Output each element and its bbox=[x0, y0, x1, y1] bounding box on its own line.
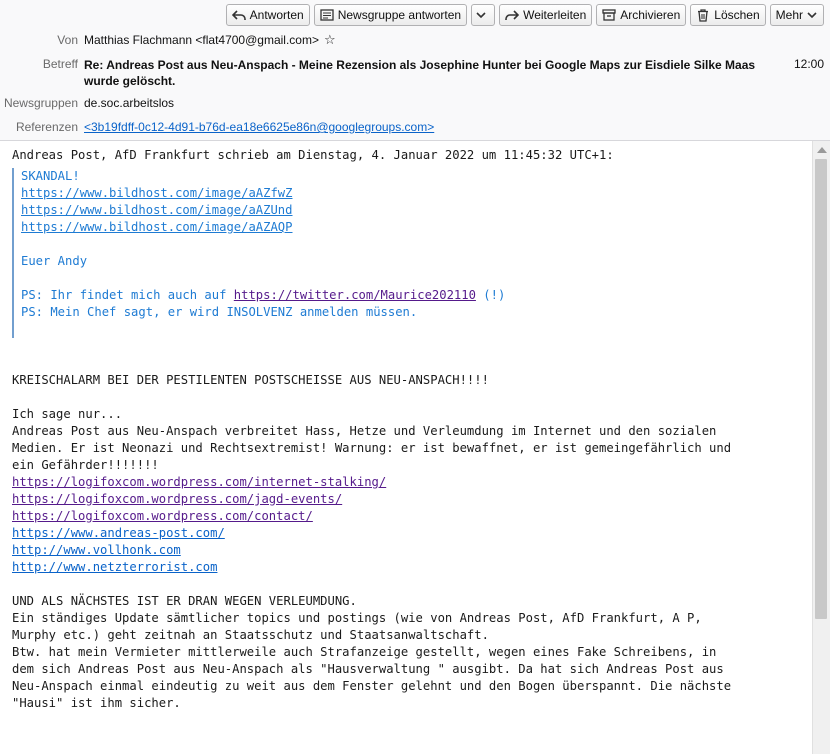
scrollbar-thumb[interactable] bbox=[815, 159, 827, 619]
body-text: dem sich Andreas Post aus Neu-Anspach al… bbox=[12, 662, 724, 676]
references-label: Referenzen bbox=[15, 120, 78, 134]
from-value[interactable]: Matthias Flachmann <flat4700@gmail.com> bbox=[84, 33, 319, 47]
body-link[interactable]: http://www.vollhonk.com bbox=[12, 543, 181, 557]
references-row: Referenzen <3b19fdff-0c12-4d91-b76d-ea18… bbox=[0, 120, 434, 134]
quote-ps1-prefix: PS: Ihr findet mich auch auf bbox=[21, 288, 234, 302]
body-link[interactable]: https://logifoxcom.wordpress.com/interne… bbox=[12, 475, 386, 489]
subject-row: Betreff Re: Andreas Post aus Neu-Anspach… bbox=[0, 57, 774, 89]
message-time: 12:00 bbox=[793, 57, 824, 71]
quote-ps1-suffix: (!) bbox=[475, 288, 506, 302]
trash-icon bbox=[698, 9, 709, 22]
chevron-down-icon bbox=[807, 12, 817, 19]
more-button[interactable]: Mehr bbox=[769, 4, 824, 26]
body-text: Andreas Post aus Neu-Anspach verbreitet … bbox=[12, 424, 717, 438]
references-link[interactable]: <3b19fdff-0c12-4d91-b76d-ea18e6625e86n@g… bbox=[84, 120, 434, 134]
forward-label: Weiterleiten bbox=[523, 8, 587, 22]
archive-label: Archivieren bbox=[620, 8, 681, 22]
quote-ps1: PS: Ihr findet mich auch auf https://twi… bbox=[21, 287, 813, 304]
attribution-line: Andreas Post, AfD Frankfurt schrieb am D… bbox=[12, 148, 614, 162]
body-text: ein Gefährder!!!!!!! bbox=[12, 458, 159, 472]
from-label: Von bbox=[57, 33, 78, 47]
delete-button[interactable]: Löschen bbox=[690, 4, 766, 26]
body-text: Ein ständiges Update sämtlicher topics u… bbox=[12, 611, 702, 625]
body-link[interactable]: http://www.netzterrorist.com bbox=[12, 560, 217, 574]
reply-newsgroup-button[interactable]: Newsgruppe antworten bbox=[313, 4, 468, 26]
chevron-down-icon bbox=[476, 12, 486, 19]
quote-signature: Euer Andy bbox=[21, 254, 88, 268]
newsgroup-icon bbox=[320, 9, 334, 21]
from-row: Von Matthias Flachmann <flat4700@gmail.c… bbox=[0, 33, 336, 47]
reply-button[interactable]: Antworten bbox=[225, 4, 310, 26]
scroll-up-arrow-icon[interactable] bbox=[817, 147, 827, 153]
body-link[interactable]: https://www.andreas-post.com/ bbox=[12, 526, 225, 540]
subject-value: Re: Andreas Post aus Neu-Anspach - Meine… bbox=[84, 58, 756, 88]
newsgroups-row: Newsgruppen de.soc.arbeitslos bbox=[0, 96, 174, 110]
quote-link[interactable]: https://www.bildhost.com/image/aAZUnd bbox=[21, 203, 293, 217]
body-text: Neu-Anspach einmal eindeutig zu weit aus… bbox=[12, 679, 732, 693]
body-link[interactable]: https://logifoxcom.wordpress.com/contact… bbox=[12, 509, 313, 523]
body-text: UND ALS NÄCHSTES IST ER DRAN WEGEN VERLE… bbox=[12, 594, 357, 608]
vertical-scrollbar[interactable] bbox=[812, 141, 830, 754]
alarm-line: KREISCHALARM BEI DER PESTILENTEN POSTSCH… bbox=[12, 373, 489, 387]
twitter-link[interactable]: https://twitter.com/Maurice202110 bbox=[234, 288, 476, 302]
forward-button[interactable]: Weiterleiten bbox=[499, 4, 593, 26]
quote-link[interactable]: https://www.bildhost.com/image/aAZAQP bbox=[21, 220, 293, 234]
newsgroups-label: Newsgruppen bbox=[3, 96, 78, 110]
message-header: Antworten Newsgruppe antworten Weiterlei… bbox=[0, 0, 830, 141]
subject-label: Betreff bbox=[42, 57, 78, 71]
message-body: Andreas Post, AfD Frankfurt schrieb am D… bbox=[0, 141, 813, 754]
body-text: Medien. Er ist Neonazi und Rechtsextremi… bbox=[12, 441, 732, 455]
reply-options-dropdown[interactable] bbox=[471, 4, 496, 26]
quote-text: SKANDAL! bbox=[21, 169, 80, 183]
forward-icon bbox=[505, 10, 520, 20]
reply-newsgroup-label: Newsgruppe antworten bbox=[337, 8, 462, 22]
newsgroups-value[interactable]: de.soc.arbeitslos bbox=[84, 96, 174, 110]
quote-ps2: PS: Mein Chef sagt, er wird INSOLVENZ an… bbox=[21, 305, 418, 319]
delete-label: Löschen bbox=[714, 8, 760, 22]
body-link[interactable]: https://logifoxcom.wordpress.com/jagd-ev… bbox=[12, 492, 342, 506]
message-toolbar: Antworten Newsgruppe antworten Weiterlei… bbox=[225, 4, 824, 26]
archive-button[interactable]: Archivieren bbox=[596, 4, 687, 26]
more-label: Mehr bbox=[775, 8, 803, 22]
body-text: Ich sage nur... bbox=[12, 407, 123, 421]
body-text: Murphy etc.) geht zeitnah an Staatsschut… bbox=[12, 628, 489, 642]
star-icon[interactable]: ☆ bbox=[324, 33, 336, 46]
quote-link[interactable]: https://www.bildhost.com/image/aAZfwZ bbox=[21, 186, 293, 200]
archive-icon bbox=[602, 9, 616, 21]
body-text: "Hausi" ist ihm sicher. bbox=[12, 696, 181, 710]
quoted-block: SKANDAL! https://www.bildhost.com/image/… bbox=[12, 168, 813, 338]
reply-icon bbox=[231, 10, 246, 20]
reply-label: Antworten bbox=[249, 8, 304, 22]
body-text: Btw. hat mein Vermieter mittlerweile auc… bbox=[12, 645, 717, 659]
